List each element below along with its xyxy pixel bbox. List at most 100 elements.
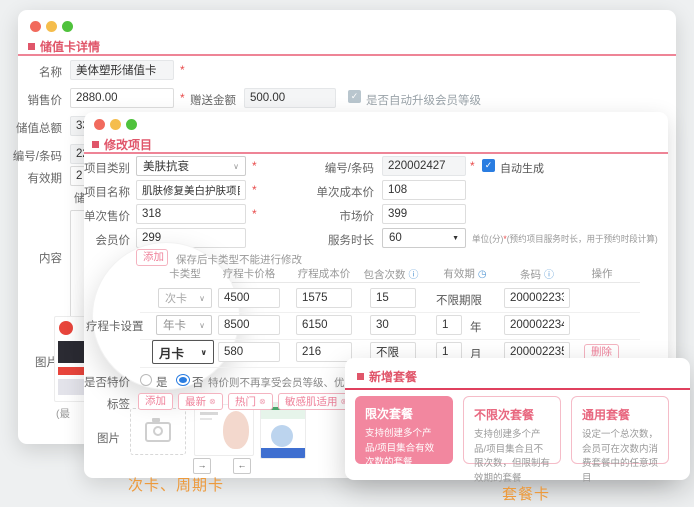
course-cost-input[interactable] [296,342,352,362]
times-input[interactable] [370,315,416,335]
title-divider [84,152,668,154]
project-name-label: 项目名称 [84,184,130,200]
remove-tag-icon[interactable]: ⊗ [209,397,216,406]
row-divider [140,312,640,313]
col-header-barcode: 条码 ⓘ [508,266,566,282]
thumbnail-art [59,321,73,335]
package-card-limited-times[interactable]: 限次套餐 支持创建多个产品/项目集合有效次数的套餐 [355,396,453,464]
table-header-divider [140,282,640,283]
course-cost-input[interactable] [296,288,352,308]
package-card-general[interactable]: 通用套餐 设定一个总次数，会员可在次数内消费套餐中的任意项目 [571,396,669,464]
market-price-input[interactable] [382,204,466,224]
tag-chip[interactable]: 敏感肌适用⊗ [278,393,354,410]
col-header-action: 操作 [582,266,622,281]
special-no-radio[interactable] [176,374,190,386]
package-card-desc: 支持创建多个产品/项目集合且不限次数，但限制有效期的套餐 [474,428,550,487]
course-price-input[interactable] [218,315,280,335]
gift-amount-input[interactable] [244,88,336,108]
tag-label: 敏感肌适用 [285,396,338,408]
image-note: (最 [56,406,70,421]
col-header-times: 包含次数 ⓘ [358,266,424,282]
window-title: 修改项目 [92,136,152,153]
package-card-unlimited-times[interactable]: 不限次套餐 支持创建多个产品/项目集合且不限次数，但限制有效期的套餐 [463,396,561,464]
row-divider [140,339,640,340]
auto-generate-checkbox[interactable]: ✓ [482,159,495,172]
duration-label: 服务时长 [306,232,374,248]
special-yes-radio[interactable] [140,374,152,386]
sale-price-label: 销售价 [18,92,62,108]
add-card-type-button[interactable]: 添加 [136,249,168,266]
validity-cell-text: 不限期限 [436,292,482,308]
card-type-select[interactable]: 次卡 ∨ [158,288,212,308]
thumbnail-art [223,411,249,449]
tag-label: 最新 [185,396,206,408]
tag-chip[interactable]: 热门⊗ [228,393,273,410]
member-price-input[interactable] [136,228,246,248]
chevron-down-icon: ∨ [199,321,205,330]
gift-amount-label: 赠送金额 [186,92,236,108]
validity-unit-text: 年 [470,319,482,335]
course-cost-input[interactable] [296,315,352,335]
market-price-label: 市场价 [306,208,374,224]
tag-chip[interactable]: 最新⊗ [178,393,223,410]
auto-upgrade-checkbox[interactable]: ✓ [348,90,361,103]
image-upload-box[interactable] [130,408,186,455]
required-mark: * [180,91,185,105]
duration-select[interactable]: 60 ▼ [382,228,466,248]
caption-package-card: 套餐卡 [502,483,550,504]
required-mark: * [252,183,257,197]
times-input[interactable] [370,288,416,308]
title-square-icon [357,373,364,380]
maximize-dot-icon[interactable] [126,119,137,130]
course-price-input[interactable] [218,288,280,308]
course-card-section-label: 疗程卡设置 [86,318,144,334]
move-left-button[interactable]: ← [233,458,251,474]
barcode-input[interactable] [504,315,570,335]
chevron-down-icon: ∨ [199,294,205,303]
close-dot-icon[interactable] [94,119,105,130]
title-square-icon [28,43,35,50]
maximize-dot-icon[interactable] [62,21,73,32]
duration-note-desc: (预约项目服务时长，用于预约时段计算) [507,234,658,244]
col-header-cost: 疗程成本价 [288,266,360,281]
course-price-input[interactable] [218,342,280,362]
image-thumbnail[interactable] [260,402,306,459]
card-type-select[interactable]: 月卡 ∨ [152,340,214,364]
code-input[interactable] [382,156,466,176]
card-type-select[interactable]: 年卡 ∨ [156,315,212,335]
auto-upgrade-label: 是否自动升级会员等级 [366,92,481,108]
validity-number-input[interactable] [436,315,462,335]
minimize-dot-icon[interactable] [110,119,121,130]
close-dot-icon[interactable] [30,21,41,32]
thumbnail-art [200,412,218,415]
card-type-value: 次卡 [165,290,187,306]
package-card-desc: 设定一个总次数，会员可在次数内消费套餐中的任意项目 [582,428,658,487]
chevron-down-icon: ∨ [233,162,239,171]
unit-price-input[interactable] [136,204,246,224]
add-card-note: 保存后卡类型不能进行修改 [176,252,302,267]
remove-tag-icon[interactable]: ⊗ [259,397,266,406]
image-thumbnail[interactable] [194,404,254,456]
cost-price-input[interactable] [382,180,466,200]
category-label: 项目类别 [84,160,130,176]
barcode-input[interactable] [504,288,570,308]
category-select[interactable]: 美肤抗衰 ∨ [136,156,246,176]
required-mark: * [252,159,257,173]
name-input[interactable] [70,60,174,80]
total-amount-label: 储值总额 [12,120,62,136]
col-header-validity: 有效期 ◷ [434,266,496,281]
special-no-label: 否 [192,374,204,390]
chevron-down-icon: ∨ [201,348,208,357]
minimize-dot-icon[interactable] [46,21,57,32]
add-tag-button[interactable]: 添加 [138,393,173,410]
package-card-title: 限次套餐 [365,405,443,422]
validity-label: 有效期 [18,170,62,186]
move-right-button[interactable]: → [193,458,211,474]
duration-note: 单位(分)*(预约项目服务时长，用于预约时段计算) [472,232,658,245]
tags-label: 标签 [84,396,130,412]
project-name-input[interactable] [136,180,246,200]
sale-price-input[interactable] [70,88,174,108]
title-divider [345,388,690,390]
col-header-price: 疗程卡价格 [212,266,286,281]
required-mark: * [470,159,475,173]
